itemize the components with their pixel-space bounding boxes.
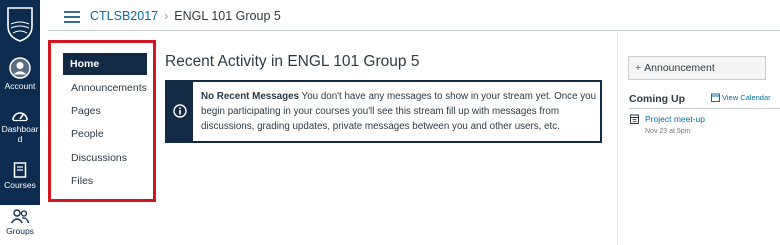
alert-body: No Recent Messages You don't have any me… bbox=[201, 89, 599, 134]
header-divider bbox=[48, 30, 780, 31]
course-nav-files[interactable]: Files bbox=[65, 170, 147, 192]
add-announcement-button[interactable]: + Announcement bbox=[628, 56, 766, 80]
global-nav-courses-label: Courses bbox=[4, 180, 36, 190]
info-icon bbox=[173, 104, 187, 118]
event-date: Nov 23 at 5pm bbox=[645, 128, 691, 135]
event-link[interactable]: Project meet-up bbox=[645, 114, 705, 124]
global-nav-dashboard[interactable]: Dashboar d bbox=[0, 108, 40, 144]
calendar-icon bbox=[630, 114, 639, 124]
add-announcement-label: Announcement bbox=[644, 62, 715, 74]
course-nav-home[interactable]: Home bbox=[63, 53, 147, 75]
global-nav-account[interactable]: Account bbox=[0, 57, 40, 91]
page-title: Recent Activity in ENGL 101 Group 5 bbox=[165, 53, 420, 70]
global-nav-groups[interactable]: Groups bbox=[0, 205, 40, 245]
view-calendar-link[interactable]: View Calendar bbox=[711, 93, 771, 102]
global-nav: Account Dashboar d Courses Groups bbox=[0, 0, 40, 245]
people-icon bbox=[10, 209, 30, 224]
alert-heading: No Recent Messages bbox=[201, 91, 300, 102]
breadcrumb: CTLSB2017 › ENGL 101 Group 5 bbox=[90, 9, 281, 23]
hamburger-menu-icon[interactable] bbox=[64, 11, 80, 23]
calendar-icon bbox=[711, 93, 720, 102]
course-nav: Home Announcements Pages People Discussi… bbox=[48, 40, 156, 202]
course-nav-people[interactable]: People bbox=[65, 123, 147, 145]
breadcrumb-separator: › bbox=[164, 9, 169, 23]
breadcrumb-course-link[interactable]: CTLSB2017 bbox=[90, 9, 158, 23]
ubc-logo[interactable] bbox=[6, 6, 34, 42]
right-column-divider bbox=[617, 31, 618, 245]
global-nav-groups-label: Groups bbox=[6, 226, 34, 236]
breadcrumb-current: ENGL 101 Group 5 bbox=[174, 9, 281, 23]
alert-icon-column bbox=[167, 82, 193, 141]
speedometer-icon bbox=[12, 112, 28, 122]
course-nav-announcements[interactable]: Announcements bbox=[65, 77, 147, 99]
no-messages-alert: No Recent Messages You don't have any me… bbox=[165, 80, 602, 143]
avatar-icon bbox=[9, 57, 31, 79]
course-nav-discussions[interactable]: Discussions bbox=[65, 147, 147, 169]
course-nav-pages[interactable]: Pages bbox=[65, 100, 147, 122]
global-nav-dashboard-label: Dashboar d bbox=[1, 124, 39, 144]
view-calendar-label: View Calendar bbox=[722, 93, 771, 102]
global-nav-account-label: Account bbox=[4, 81, 36, 91]
plus-icon: + bbox=[635, 62, 642, 74]
global-nav-courses[interactable]: Courses bbox=[0, 162, 40, 190]
ubc-crest-icon bbox=[7, 7, 33, 42]
coming-up-title: Coming Up bbox=[629, 93, 685, 105]
coming-up-divider bbox=[629, 108, 780, 109]
book-icon bbox=[13, 162, 27, 178]
